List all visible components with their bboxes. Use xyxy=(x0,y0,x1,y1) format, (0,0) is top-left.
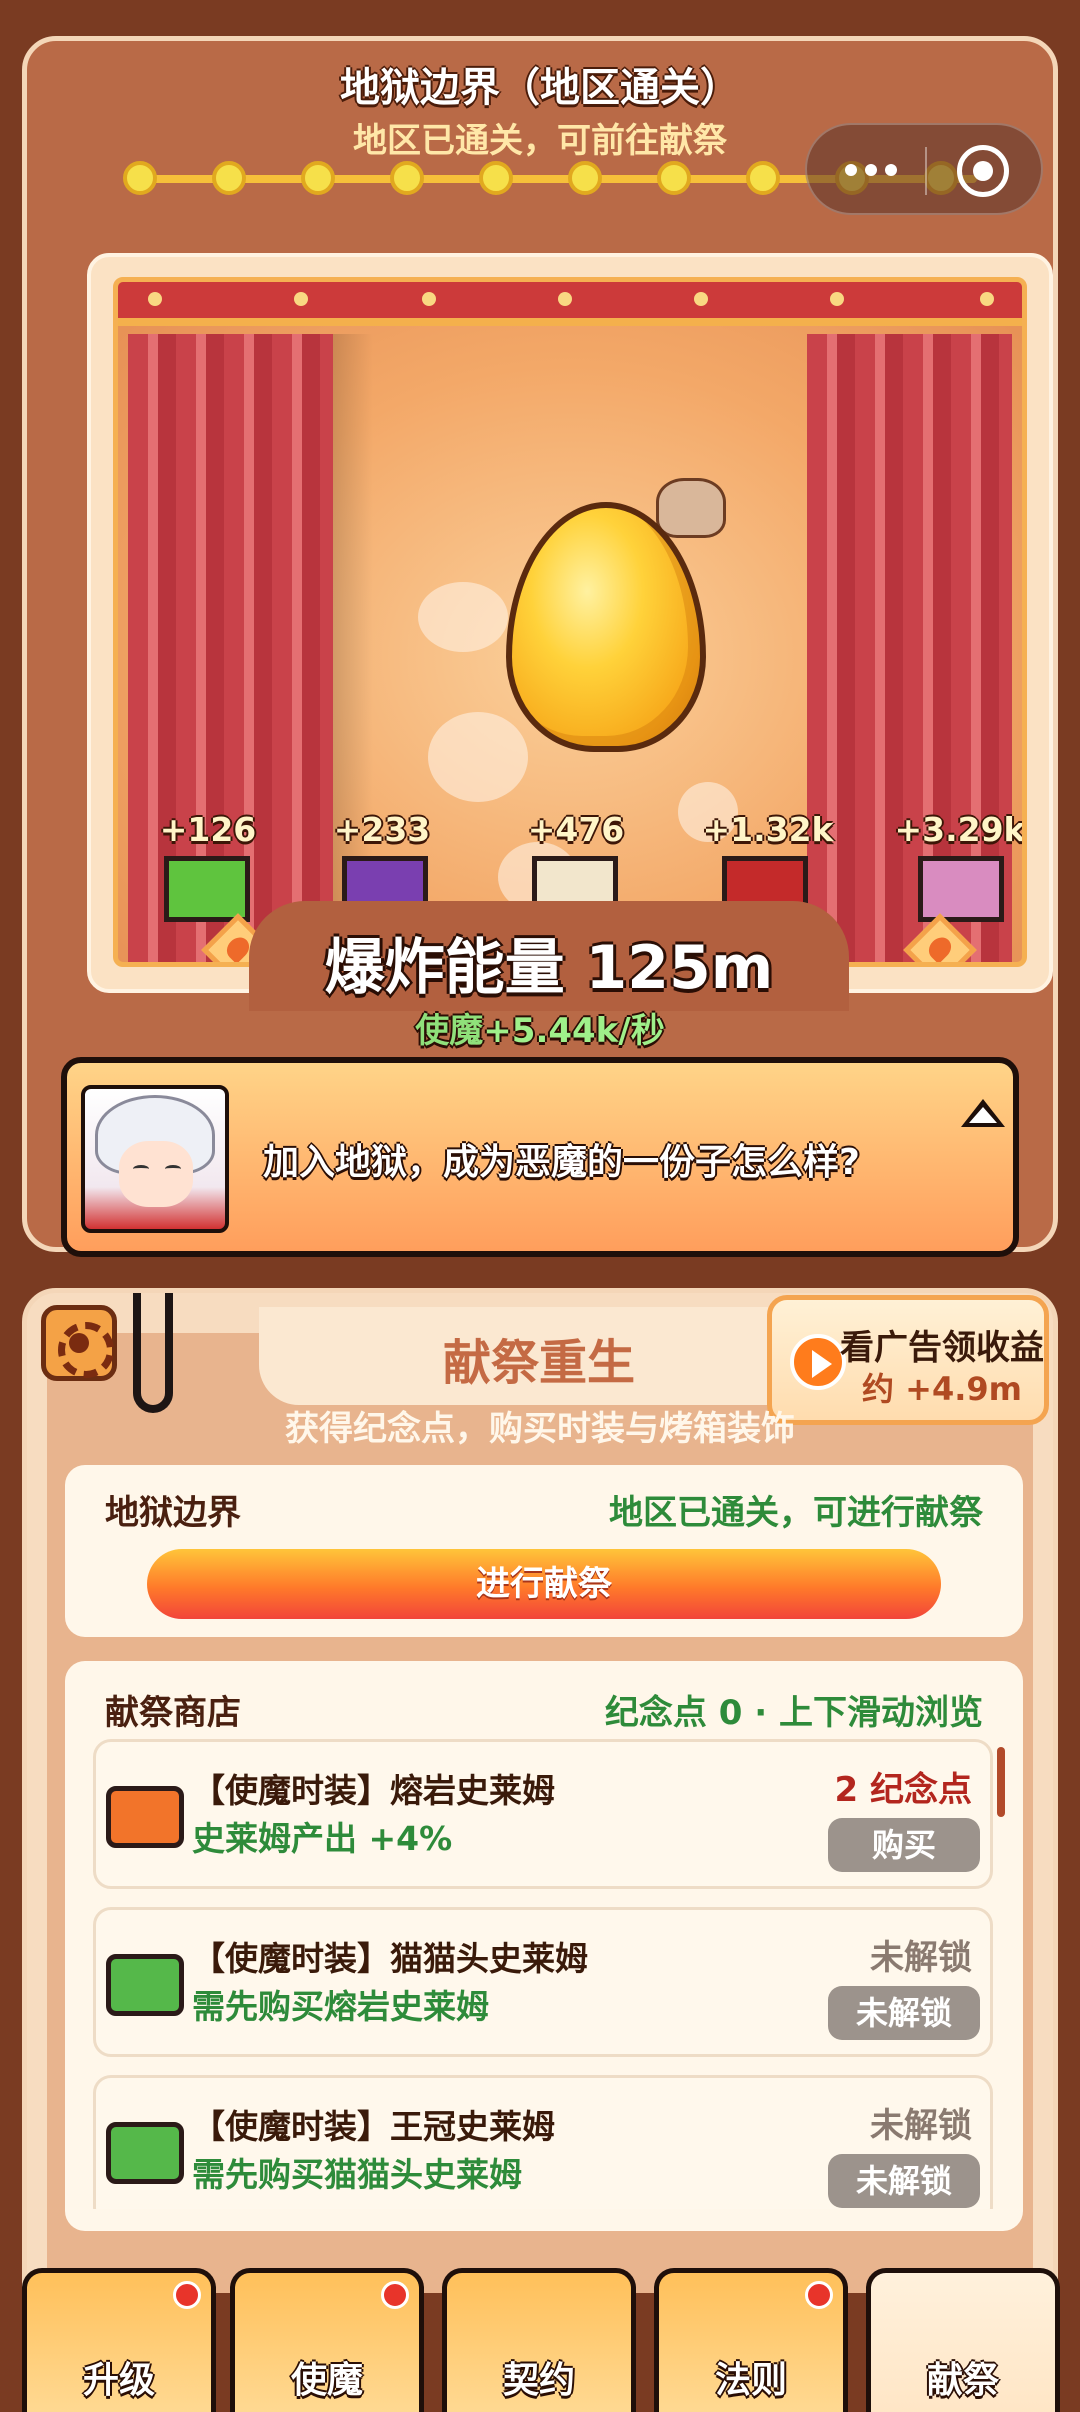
ritual-card: 地狱边界 地区已通关，可进行献祭 进行献祭 xyxy=(65,1465,1023,1637)
stage-progress-dot xyxy=(123,161,157,195)
settings-gear-icon[interactable] xyxy=(41,1305,117,1381)
notification-badge xyxy=(173,2281,201,2309)
shop-title: 献祭商店 xyxy=(105,1693,241,1733)
shop-item: 【使魔时装】王冠史莱姆 需先购买猫猫头史莱姆 未解锁 未解锁 xyxy=(93,2075,993,2209)
tab-familiar[interactable]: 使魔 xyxy=(230,2268,424,2412)
item-desc: 需先购买猫猫头史莱姆 xyxy=(192,2155,522,2194)
demon-figure xyxy=(656,478,726,538)
npc-avatar xyxy=(81,1085,229,1233)
stage-progress-dot xyxy=(568,161,602,195)
avatar-face xyxy=(119,1141,193,1207)
sacrifice-panel: 献祭重生 看广告领收益 约 +4.9m 获得纪念点，购买时装与烤箱装饰 地狱边界… xyxy=(22,1288,1058,2293)
more-options-icon[interactable] xyxy=(841,155,931,185)
tab-law[interactable]: 法则 xyxy=(654,2268,848,2412)
ritual-region: 地狱边界 xyxy=(105,1493,241,1533)
notification-badge xyxy=(381,2281,409,2309)
stage-progress-dot xyxy=(657,161,691,195)
explosion-energy: 爆炸能量 125m xyxy=(324,933,774,1003)
stage-progress-dot xyxy=(746,161,780,195)
locked-button[interactable]: 未解锁 xyxy=(828,2154,980,2208)
shop-scrollbar[interactable] xyxy=(997,1747,1005,1817)
rate-value: +5.44k/秒 xyxy=(483,1011,665,1051)
tab-upgrade[interactable]: 升级 xyxy=(22,2268,216,2412)
tab-label: 法则 xyxy=(714,2360,787,2401)
stage-scene: +126 +233 +476 +1.32k +3.29k xyxy=(113,277,1027,967)
item-desc: 史莱姆产出 +4% xyxy=(192,1819,453,1858)
avatar-eye xyxy=(165,1165,181,1173)
rate-label: 使魔 xyxy=(415,1011,484,1051)
golden-egg[interactable] xyxy=(506,502,706,752)
collapse-triangle-icon[interactable] xyxy=(961,1099,1005,1127)
stage-progress-dot xyxy=(479,161,513,195)
curtain-valance xyxy=(118,282,1022,326)
tab-label: 使魔 xyxy=(290,2360,363,2401)
capsule-divider xyxy=(925,147,927,195)
item-price: 未解锁 xyxy=(870,1938,972,1978)
tab-label: 献祭 xyxy=(926,2360,999,2401)
monster-income-label: +1.32k xyxy=(702,810,834,849)
dialog-text: 加入地狱，成为恶魔的一份子怎么样? xyxy=(263,1142,860,1183)
monster-income-label: +3.29k xyxy=(894,810,1026,849)
shop-list[interactable]: 【使魔时装】熔岩史莱姆 史莱姆产出 +4% 2 纪念点 购买 【使魔时装】猫猫头… xyxy=(93,1739,1003,2209)
ritual-status: 地区已通关，可进行献祭 xyxy=(609,1493,983,1533)
lava-slime-icon xyxy=(106,1786,184,1848)
item-price: 未解锁 xyxy=(870,2106,972,2146)
familiar-rate: 使魔+5.44k/秒 xyxy=(27,1003,1053,1052)
ad-button-title: 看广告领收益 xyxy=(840,1328,1044,1368)
sacrifice-shop: 献祭商店 纪念点 0 · 上下滑动浏览 【使魔时装】熔岩史莱姆 史莱姆产出 +4… xyxy=(65,1661,1023,2231)
hook-decoration xyxy=(133,1293,173,1413)
top-panel: 地狱边界（地区通关） 地区已通关，可前往献祭 +126 +233 +476 +1… xyxy=(22,36,1058,1257)
crown-slime-icon xyxy=(106,2122,184,2184)
energy-banner: 爆炸能量 125m xyxy=(249,901,849,1011)
green-slime-familiar[interactable] xyxy=(164,856,250,922)
smoke-puff xyxy=(418,582,508,652)
tab-contract[interactable]: 契约 xyxy=(442,2268,636,2412)
stage-progress-dot xyxy=(212,161,246,195)
npc-dialog[interactable]: 加入地狱，成为恶魔的一份子怎么样? xyxy=(61,1057,1019,1257)
stage-progress-dot xyxy=(390,161,424,195)
region-title: 地狱边界（地区通关） xyxy=(340,65,740,111)
item-name: 【使魔时装】王冠史莱姆 xyxy=(192,2107,555,2146)
monster-income-label: +126 xyxy=(159,810,257,849)
stage-progress-dot xyxy=(301,161,335,195)
cat-slime-icon xyxy=(106,1954,184,2016)
tab-label: 契约 xyxy=(502,2360,575,2401)
monster-income-label: +233 xyxy=(333,810,431,849)
item-desc: 需先购买熔岩史莱姆 xyxy=(192,1987,489,2026)
pink-witch-familiar[interactable] xyxy=(918,856,1004,922)
perform-sacrifice-button[interactable]: 进行献祭 xyxy=(147,1549,941,1619)
section-description: 获得纪念点，购买时装与烤箱装饰 xyxy=(285,1409,795,1449)
notification-badge xyxy=(805,2281,833,2309)
monster-income-label: +476 xyxy=(527,810,625,849)
item-name: 【使魔时装】猫猫头史莱姆 xyxy=(192,1939,588,1978)
oven-stage: +126 +233 +476 +1.32k +3.29k xyxy=(87,253,1053,993)
close-target-icon[interactable] xyxy=(957,145,1009,197)
shop-points-hint: 纪念点 0 · 上下滑动浏览 xyxy=(604,1693,983,1733)
avatar-eye xyxy=(133,1165,149,1173)
tab-label: 升级 xyxy=(82,2360,155,2401)
buy-button[interactable]: 购买 xyxy=(828,1818,980,1872)
section-title: 献祭重生 xyxy=(442,1335,635,1391)
smoke-puff xyxy=(428,712,528,802)
shop-item: 【使魔时装】猫猫头史莱姆 需先购买熔岩史莱姆 未解锁 未解锁 xyxy=(93,1907,993,2057)
locked-button[interactable]: 未解锁 xyxy=(828,1986,980,2040)
item-name: 【使魔时装】熔岩史莱姆 xyxy=(192,1771,555,1810)
mini-program-capsule xyxy=(805,123,1043,215)
item-price: 2 纪念点 xyxy=(834,1770,973,1810)
shop-item: 【使魔时装】熔岩史莱姆 史莱姆产出 +4% 2 纪念点 购买 xyxy=(93,1739,993,1889)
tab-sacrifice[interactable]: 献祭 xyxy=(866,2268,1060,2412)
